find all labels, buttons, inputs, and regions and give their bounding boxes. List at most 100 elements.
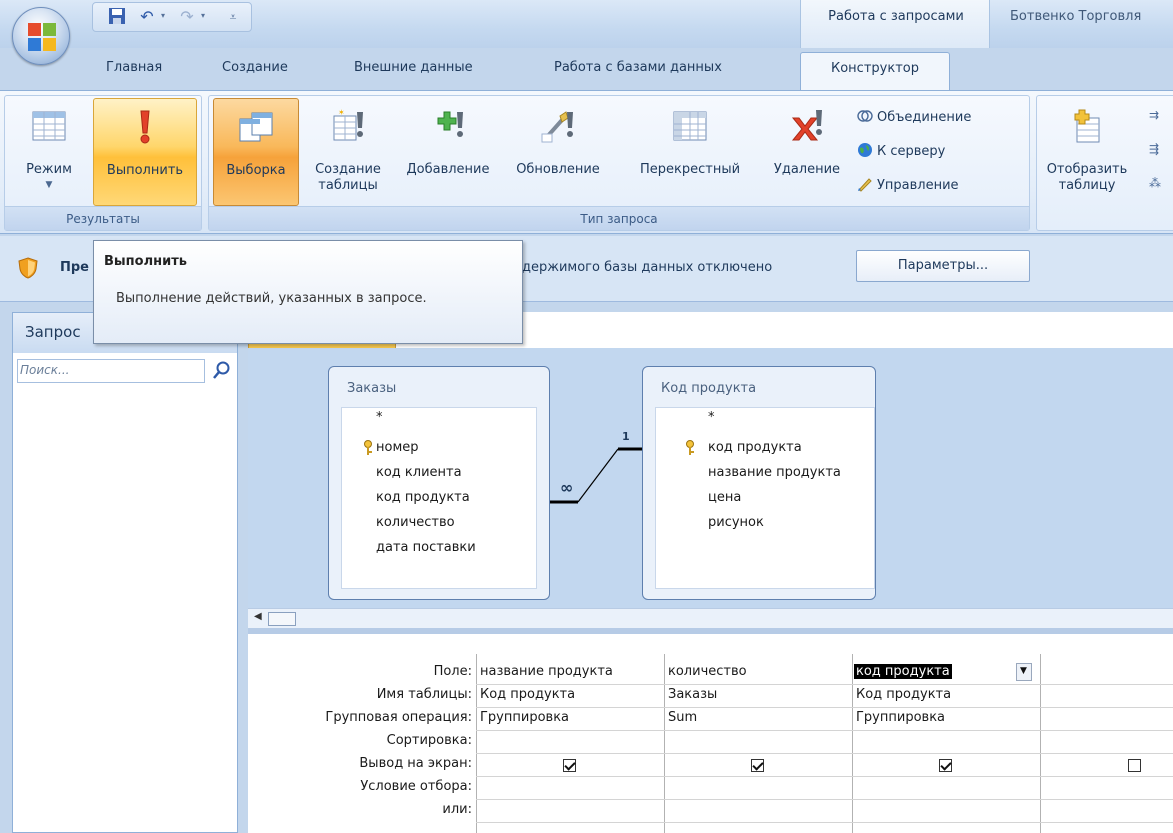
select-query-label: Выборка xyxy=(226,163,286,178)
union-label: Объединение xyxy=(877,110,972,125)
row-label-total: Групповая операция: xyxy=(325,710,472,725)
grid-cell-total[interactable]: Группировка xyxy=(852,710,945,725)
make-table-button[interactable]: ✶ Создание таблицы xyxy=(301,98,395,206)
mode-button[interactable]: Режим ▼ xyxy=(7,98,91,206)
grid-cell-table[interactable]: Код продукта xyxy=(476,687,575,702)
undo-dropdown-icon[interactable]: ▾ xyxy=(161,11,169,20)
navigation-pane: Запрос Поиск... xyxy=(12,312,238,833)
insert-rows-icon[interactable]: ⇉ xyxy=(1149,108,1159,122)
delete-icon xyxy=(791,110,822,141)
security-warning-text: держимого базы данных отключено xyxy=(522,260,773,275)
redo-icon[interactable]: ↷ xyxy=(177,7,197,27)
union-button[interactable]: Объединение xyxy=(857,108,971,130)
exclamation-icon xyxy=(140,110,150,144)
query-type-small-buttons: Объединение К серверу Управление xyxy=(857,106,1027,206)
pass-through-label: К серверу xyxy=(877,144,946,159)
save-icon[interactable] xyxy=(107,7,127,27)
office-logo-icon xyxy=(28,23,56,51)
grid-cell-table[interactable]: Код продукта xyxy=(852,687,951,702)
crosstab-label: Перекрестный xyxy=(639,162,741,177)
search-icon[interactable] xyxy=(211,359,233,383)
group-results-label: Результаты xyxy=(5,206,201,230)
builder-icon[interactable]: ⁂ xyxy=(1149,176,1161,190)
contextual-tab-query-tools: Работа с запросами xyxy=(800,0,990,48)
update-label: Обновление xyxy=(516,162,600,177)
datasheet-view-icon xyxy=(32,111,66,141)
mode-label: Режим xyxy=(26,162,72,177)
delete-button[interactable]: Удаление xyxy=(765,98,849,206)
tab-database-tools[interactable]: Работа с базами данных xyxy=(554,60,722,75)
office-button[interactable] xyxy=(12,7,70,65)
scroll-left-icon[interactable]: ◀ xyxy=(254,611,262,622)
data-definition-icon xyxy=(858,178,872,192)
grid-cell-field[interactable]: количество xyxy=(664,664,747,679)
contextual-tab-label: Работа с запросами xyxy=(828,9,964,24)
chevron-down-icon: ▼ xyxy=(1020,666,1027,676)
show-table-label-line1: Отобразить xyxy=(1046,162,1128,177)
delete-label: Удаление xyxy=(773,162,841,177)
delete-rows-icon[interactable]: ⇶ xyxy=(1149,142,1159,156)
query-design-area: Заказы * номер код клиента код продукта … xyxy=(248,312,1173,833)
scrollbar-thumb[interactable] xyxy=(268,612,296,626)
run-tooltip: Выполнить Выполнение действий, указанных… xyxy=(93,240,523,344)
group-query-type: Выборка ✶ Создание таблицы Добавление Об… xyxy=(208,95,1030,231)
nav-search-input[interactable]: Поиск... xyxy=(17,359,205,383)
row-label-field: Поле: xyxy=(433,664,472,679)
data-definition-label: Управление xyxy=(877,178,959,193)
svg-text:✶: ✶ xyxy=(338,108,345,117)
ribbon: Режим ▼ Выполнить Результаты Выборка ✶ С… xyxy=(0,90,1173,234)
grid-cell-field-selected[interactable]: код продукта xyxy=(854,664,952,679)
make-table-label-line2: таблицы xyxy=(318,178,378,193)
tab-create[interactable]: Создание xyxy=(222,60,288,75)
row-label-sort: Сортировка: xyxy=(386,733,472,748)
update-button[interactable]: Обновление xyxy=(503,98,613,206)
row-label-criteria: Условие отбора: xyxy=(360,779,472,794)
show-table-button[interactable]: Отобразить таблицу xyxy=(1039,98,1135,206)
grid-cell-table[interactable]: Заказы xyxy=(664,687,717,702)
customize-toolbar-icon[interactable]: ⩡ xyxy=(223,7,243,27)
tooltip-title: Выполнить xyxy=(104,254,187,269)
append-button[interactable]: Добавление xyxy=(395,98,501,206)
select-query-button[interactable]: Выборка xyxy=(213,98,299,206)
show-table-label-line2: таблицу xyxy=(1058,178,1116,193)
tab-external-data[interactable]: Внешние данные xyxy=(354,60,473,75)
relationship-one-label: 1 xyxy=(622,430,630,443)
undo-icon[interactable]: ↶ xyxy=(137,7,157,27)
show-checkbox[interactable] xyxy=(1128,759,1141,772)
union-icon xyxy=(857,110,873,122)
pass-through-button[interactable]: К серверу xyxy=(857,142,945,164)
options-button[interactable]: Параметры... xyxy=(856,250,1030,282)
data-definition-button[interactable]: Управление xyxy=(857,176,959,198)
show-checkbox[interactable] xyxy=(939,759,952,772)
redo-dropdown-icon[interactable]: ▾ xyxy=(201,11,209,20)
globe-icon xyxy=(858,143,872,157)
tab-design[interactable]: Конструктор xyxy=(800,52,950,90)
make-table-label-line1: Создание xyxy=(315,162,381,177)
relationship-many-label: ∞ xyxy=(560,478,574,497)
relationship-line[interactable] xyxy=(248,348,1173,610)
crosstab-button[interactable]: Перекрестный xyxy=(615,98,765,206)
select-query-icon xyxy=(239,112,273,142)
tab-home[interactable]: Главная xyxy=(106,60,162,75)
horizontal-scrollbar[interactable]: ◀ xyxy=(248,608,1173,628)
make-table-icon: ✶ xyxy=(333,108,363,141)
query-design-grid: Поле: Имя таблицы: Групповая операция: С… xyxy=(248,634,1173,833)
append-label: Добавление xyxy=(406,162,490,177)
group-query-setup: Отобразить таблицу ⇉ ⇶ ⁂ xyxy=(1036,95,1173,231)
group-query-type-label: Тип запроса xyxy=(209,206,1029,230)
crosstab-icon xyxy=(673,111,707,141)
grid-cell-field[interactable]: название продукта xyxy=(476,664,613,679)
show-checkbox[interactable] xyxy=(563,759,576,772)
mode-dropdown-icon: ▼ xyxy=(45,180,53,190)
quick-access-toolbar: ↶ ▾ ↷ ▾ ⩡ xyxy=(92,2,252,32)
row-label-show: Вывод на экран: xyxy=(359,756,472,771)
grid-cell-total[interactable]: Sum xyxy=(664,710,697,725)
title-bar: ↶ ▾ ↷ ▾ ⩡ Работа с запросами Ботвенко То… xyxy=(0,0,1173,65)
field-dropdown-button[interactable]: ▼ xyxy=(1016,663,1032,681)
table-pane[interactable]: Заказы * номер код клиента код продукта … xyxy=(248,348,1173,610)
grid-cell-total[interactable]: Группировка xyxy=(476,710,569,725)
show-checkbox[interactable] xyxy=(751,759,764,772)
show-table-icon xyxy=(1074,109,1100,143)
run-button[interactable]: Выполнить xyxy=(93,98,197,206)
tooltip-body: Выполнение действий, указанных в запросе… xyxy=(116,291,427,306)
